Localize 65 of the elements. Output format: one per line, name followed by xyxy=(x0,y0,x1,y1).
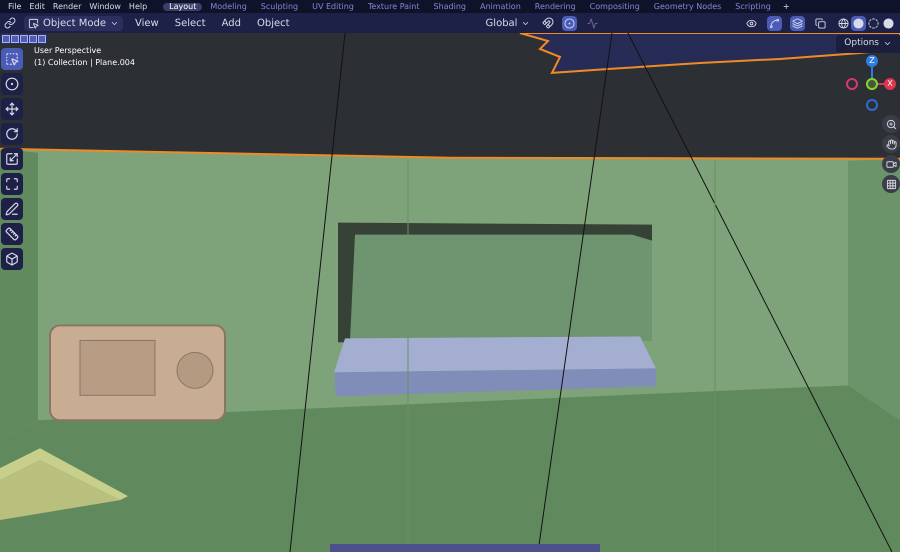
gizmo-negative-x-handle[interactable] xyxy=(846,78,858,90)
menu-item[interactable]: Help xyxy=(128,2,148,10)
grid-icon xyxy=(886,178,896,190)
menu-item[interactable]: Window xyxy=(89,2,121,10)
transform-icon xyxy=(5,177,19,191)
workspace-tab[interactable]: Compositing xyxy=(584,2,646,10)
workspace-tab[interactable]: Geometry Nodes xyxy=(648,2,728,10)
wireframe-shading-button[interactable] xyxy=(836,16,851,30)
workspace-tab[interactable]: Texture Paint xyxy=(362,2,426,10)
workspace-tab[interactable]: Shading xyxy=(427,2,472,10)
annotate-tool[interactable] xyxy=(1,198,23,220)
view-name: User Perspective xyxy=(34,45,102,57)
workspace-tab[interactable]: Animation xyxy=(474,2,527,10)
transform-tool[interactable] xyxy=(1,173,23,195)
select-icon xyxy=(5,52,19,66)
solid-shading-button[interactable] xyxy=(851,16,866,30)
annotate-icon xyxy=(5,202,19,216)
object-mode-icon xyxy=(28,18,39,28)
cursor-icon xyxy=(5,77,19,91)
material-shading-button[interactable] xyxy=(866,16,881,30)
select-box-tool[interactable] xyxy=(1,48,23,70)
object-info: (1) Collection | Plane.004 xyxy=(34,57,135,69)
measure-icon xyxy=(5,227,19,241)
visibility-icon xyxy=(746,18,757,28)
add-cube-tool[interactable] xyxy=(1,248,23,270)
overlay-icon xyxy=(792,18,803,28)
menu-item[interactable]: Render xyxy=(52,2,82,10)
snap-icon[interactable] xyxy=(542,17,554,29)
workspace-tab[interactable]: Rendering xyxy=(528,2,582,10)
measure-tool[interactable] xyxy=(1,223,23,245)
mode-dropdown[interactable]: Object Mode xyxy=(24,16,123,30)
move-icon xyxy=(5,102,19,116)
camera-icon xyxy=(886,158,896,170)
menu-item[interactable]: File xyxy=(8,2,22,10)
hand-icon xyxy=(886,138,896,150)
cursor-tool[interactable] xyxy=(1,73,23,95)
orientation-dropdown[interactable]: Global xyxy=(482,16,534,30)
proportional-icon xyxy=(564,18,576,28)
scale-icon xyxy=(5,152,19,166)
add-workspace-button[interactable]: + xyxy=(778,2,794,10)
move-tool[interactable] xyxy=(1,98,23,120)
workspace-tab[interactable]: Scripting xyxy=(729,2,777,10)
overlay-toggle[interactable] xyxy=(790,16,805,30)
header-menu[interactable]: Select xyxy=(170,16,210,30)
gizmo-negative-z-handle[interactable] xyxy=(866,99,878,111)
proportional-toggle[interactable] xyxy=(562,16,578,30)
solid-sphere-icon xyxy=(853,18,864,28)
zoom-icon xyxy=(886,118,896,130)
header-menu[interactable]: Object xyxy=(252,16,294,30)
rotate-icon xyxy=(5,127,19,141)
gizmo-toggle[interactable] xyxy=(767,16,782,30)
options-dropdown[interactable]: Options xyxy=(836,35,900,52)
workspace-tab[interactable]: UV Editing xyxy=(306,2,360,10)
rendered-sphere-icon xyxy=(883,18,894,28)
workspace-tab[interactable]: Layout xyxy=(163,2,202,10)
header-menu[interactable]: View xyxy=(131,16,163,30)
workspace-tab[interactable]: Modeling xyxy=(204,2,253,10)
wireframe-sphere-icon xyxy=(838,18,849,28)
rendered-shading-button[interactable] xyxy=(881,16,896,30)
workspace-tab[interactable]: Sculpting xyxy=(254,2,304,10)
scale-tool[interactable] xyxy=(1,148,23,170)
xray-toggle[interactable] xyxy=(813,16,828,30)
header-menu[interactable]: Add xyxy=(218,16,245,30)
menu-item[interactable]: Edit xyxy=(29,2,45,10)
rotate-tool[interactable] xyxy=(1,123,23,145)
